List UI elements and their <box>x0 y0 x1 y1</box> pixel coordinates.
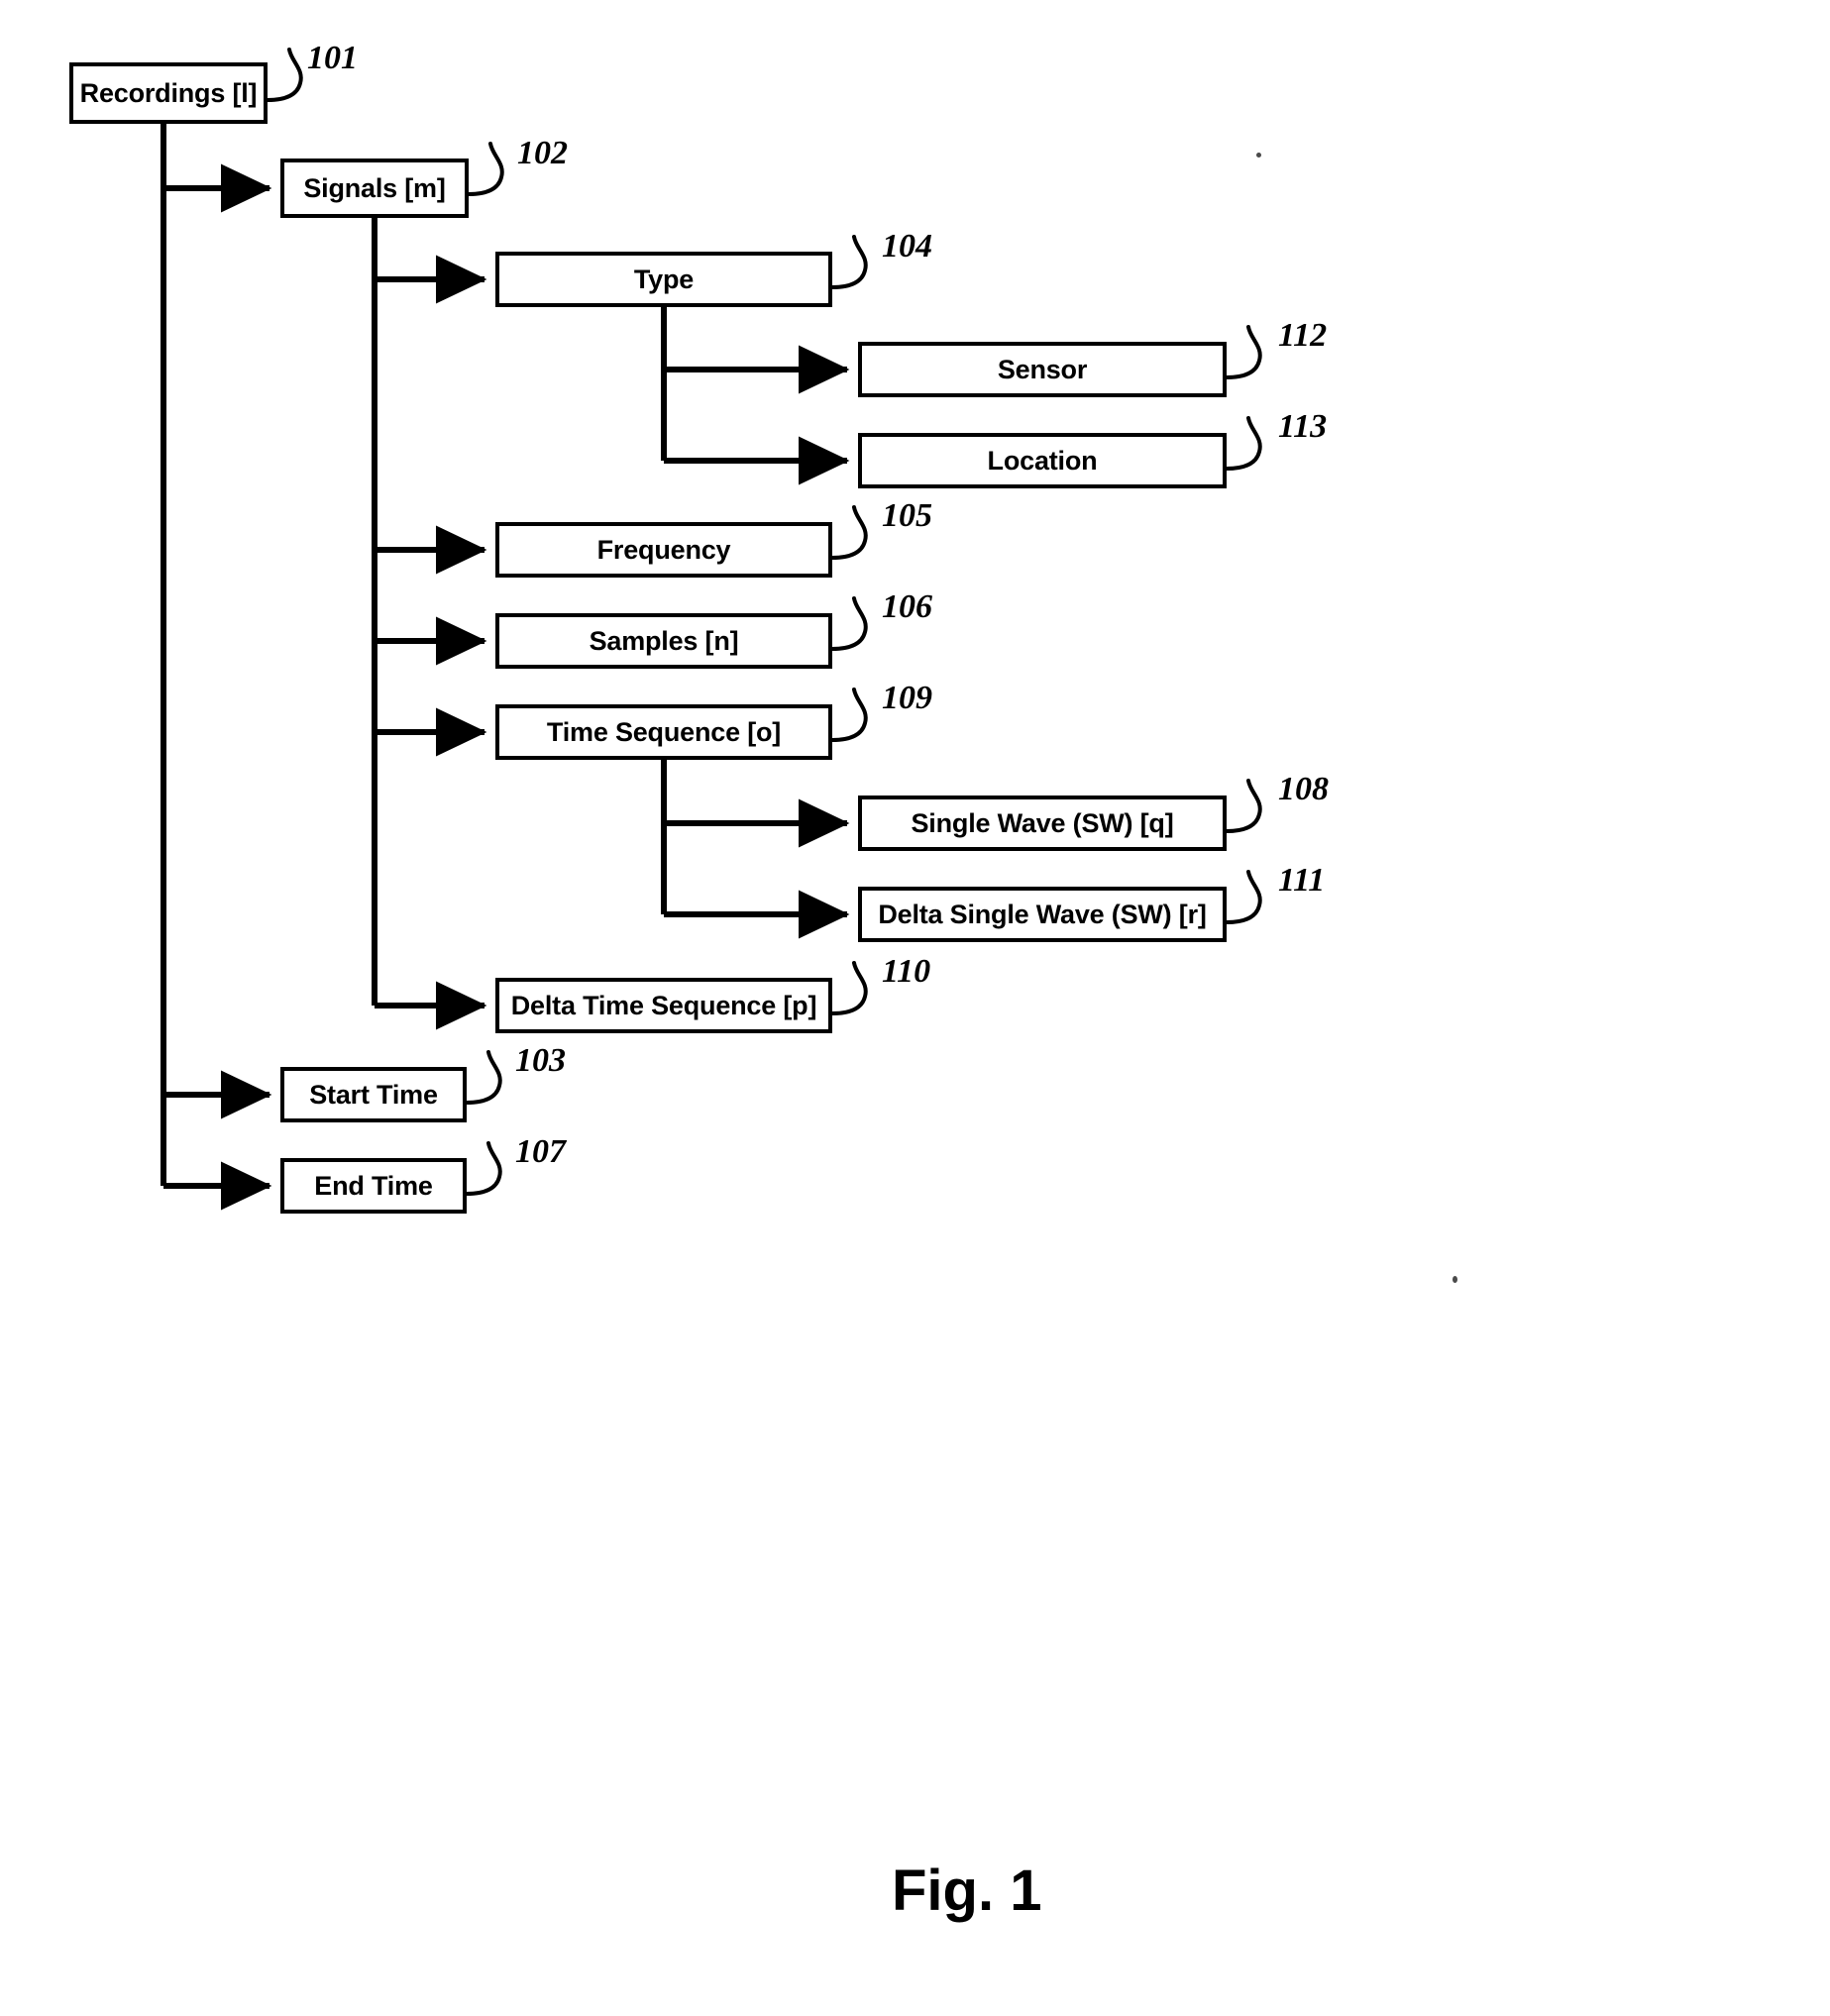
node-label: Type <box>633 264 695 294</box>
node-type[interactable]: Type <box>495 252 832 307</box>
ref-numeral-111: 111 <box>1278 862 1326 899</box>
node-label: Start Time <box>309 1079 438 1110</box>
node-time-sequence[interactable]: Time Sequence [o] <box>495 704 832 760</box>
ref-numeral-104: 104 <box>882 228 932 265</box>
node-label: Single Wave (SW) [q] <box>911 807 1174 838</box>
node-frequency[interactable]: Frequency <box>495 522 832 578</box>
ref-numeral-107: 107 <box>515 1133 566 1170</box>
connector-lines <box>161 48 1262 1211</box>
ref-numeral-102: 102 <box>517 135 568 171</box>
node-single-wave[interactable]: Single Wave (SW) [q] <box>858 796 1227 851</box>
node-recordings[interactable]: Recordings [l] <box>69 62 268 124</box>
node-label: Sensor <box>997 354 1088 384</box>
ref-numeral-109: 109 <box>882 680 932 716</box>
ref-numeral-103: 103 <box>515 1042 566 1079</box>
ref-numeral-110: 110 <box>882 953 931 990</box>
node-delta-time-sequence[interactable]: Delta Time Sequence [p] <box>495 978 832 1033</box>
ref-numeral-106: 106 <box>882 588 932 625</box>
node-signals[interactable]: Signals [m] <box>280 159 469 218</box>
node-samples[interactable]: Samples [n] <box>495 613 832 669</box>
ref-numeral-112: 112 <box>1278 317 1328 354</box>
scan-speck <box>1256 153 1261 158</box>
scan-speck <box>1453 1276 1457 1283</box>
ref-numeral-101: 101 <box>307 40 358 76</box>
ref-numeral-113: 113 <box>1278 408 1328 445</box>
node-label: Recordings [l] <box>79 77 258 108</box>
patent-figure: Recordings [l] 101 Signals [m] 102 Type … <box>0 0 1830 2016</box>
node-label: End Time <box>314 1170 433 1201</box>
node-label: Delta Single Wave (SW) [r] <box>878 899 1207 929</box>
node-start-time[interactable]: Start Time <box>280 1067 467 1122</box>
node-location[interactable]: Location <box>858 433 1227 488</box>
node-label: Delta Time Sequence [p] <box>510 990 817 1020</box>
figure-caption: Fig. 1 <box>892 1858 1042 1923</box>
node-end-time[interactable]: End Time <box>280 1158 467 1214</box>
ref-numeral-105: 105 <box>882 497 932 534</box>
node-label: Signals [m] <box>303 172 446 203</box>
node-delta-single-wave[interactable]: Delta Single Wave (SW) [r] <box>858 887 1227 942</box>
node-label: Location <box>987 445 1098 476</box>
node-sensor[interactable]: Sensor <box>858 342 1227 397</box>
node-label: Time Sequence [o] <box>546 716 782 747</box>
ref-numeral-108: 108 <box>1278 771 1329 807</box>
node-label: Frequency <box>596 534 731 565</box>
node-label: Samples [n] <box>589 625 739 656</box>
